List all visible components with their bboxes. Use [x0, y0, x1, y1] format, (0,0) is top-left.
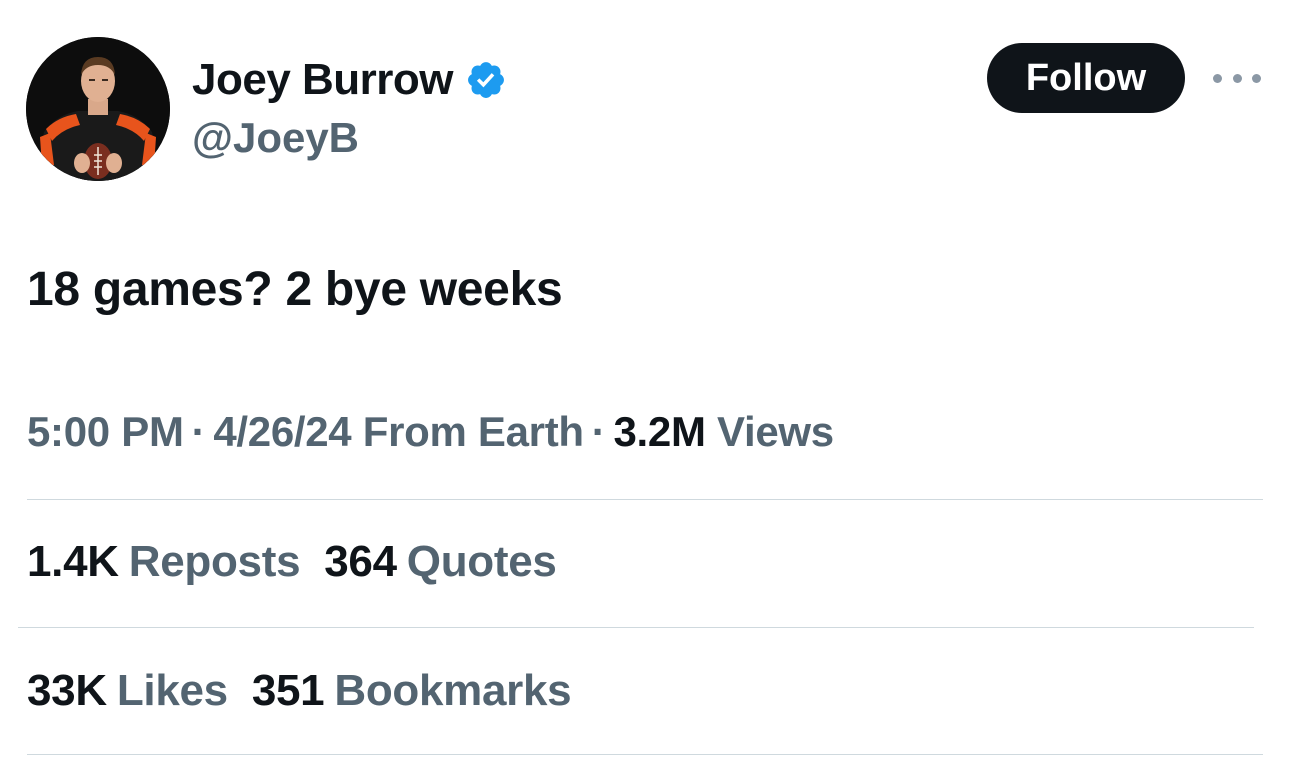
tweet-time[interactable]: 5:00 PM: [27, 408, 184, 455]
verified-badge-icon[interactable]: [465, 59, 507, 101]
quotes-label: Quotes: [406, 537, 557, 586]
views-count: 3.2M: [613, 408, 706, 455]
quotes-count: 364: [324, 537, 397, 586]
avatar-image: [26, 37, 170, 181]
bookmarks-label: Bookmarks: [334, 666, 572, 715]
likes-stat[interactable]: 33K Likes: [27, 666, 228, 716]
meta-separator: ·: [191, 408, 206, 455]
stats-row-reposts-quotes: 1.4K Reposts 364 Quotes: [27, 537, 581, 587]
quotes-stat[interactable]: 364 Quotes: [324, 537, 557, 587]
tweet-date[interactable]: 4/26/24: [213, 408, 351, 455]
divider: [27, 754, 1263, 755]
stats-row-likes-bookmarks: 33K Likes 351 Bookmarks: [27, 666, 595, 716]
reposts-stat[interactable]: 1.4K Reposts: [27, 537, 301, 587]
author-handle[interactable]: @JoeyB: [192, 114, 359, 162]
bookmarks-count: 351: [251, 666, 325, 715]
bookmarks-stat[interactable]: 351 Bookmarks: [251, 666, 572, 716]
follow-button[interactable]: Follow: [987, 43, 1185, 113]
reposts-label: Reposts: [128, 537, 301, 586]
tweet-source: From Earth: [362, 408, 584, 455]
divider: [18, 627, 1254, 628]
views-label: Views: [717, 408, 834, 455]
divider: [27, 499, 1263, 500]
tweet-meta: 5:00 PM · 4/26/24 From Earth · 3.2M Views: [27, 408, 834, 456]
tweet-text: 18 games? 2 bye weeks: [27, 263, 563, 316]
meta-separator: ·: [591, 408, 606, 455]
likes-label: Likes: [116, 666, 228, 715]
likes-count: 33K: [27, 666, 107, 715]
more-options-icon[interactable]: [1213, 64, 1261, 92]
reposts-count: 1.4K: [27, 537, 119, 586]
author-name-row: Joey Burrow: [192, 52, 507, 108]
more-dot: [1213, 73, 1222, 83]
avatar[interactable]: [26, 37, 170, 181]
more-dot: [1232, 73, 1242, 83]
author-display-name[interactable]: Joey Burrow: [192, 55, 454, 105]
more-dot: [1252, 73, 1261, 83]
